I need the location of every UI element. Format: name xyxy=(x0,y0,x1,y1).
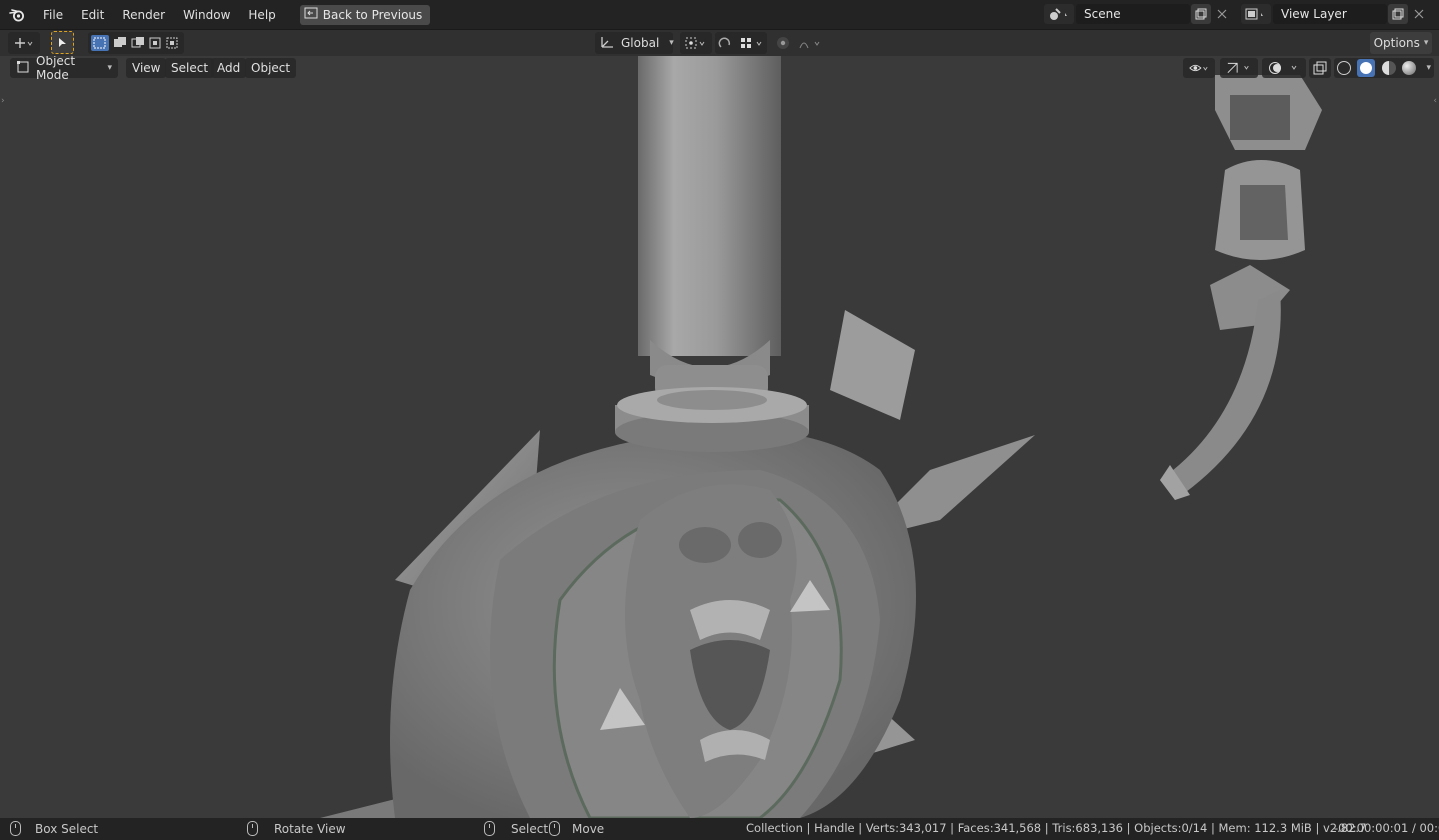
timecode: -00:00:00:01 / 00:00 xyxy=(1334,821,1439,835)
mouse-middle-icon xyxy=(247,821,258,836)
options-dropdown[interactable]: Options ▾ xyxy=(1370,32,1432,54)
rendered-shading-icon[interactable] xyxy=(1402,61,1417,75)
material-shading-icon[interactable] xyxy=(1381,61,1396,75)
visibility-icon[interactable] xyxy=(1183,58,1215,78)
close-icon[interactable] xyxy=(1409,4,1429,24)
back-icon xyxy=(304,7,318,22)
menu-select[interactable]: Select xyxy=(165,58,215,78)
snap-icon[interactable] xyxy=(715,32,767,54)
top-bar: File Edit Render Window Help Back to Pre… xyxy=(0,0,1439,30)
object-mode-label: Object Mode xyxy=(36,56,76,82)
copy-icon[interactable] xyxy=(1191,4,1211,24)
scene-statistics: Collection | Handle | Verts:343,017 | Fa… xyxy=(746,821,1367,835)
menu-object[interactable]: Object xyxy=(245,58,297,78)
status-bar: Box Select Rotate View Select Move Colle… xyxy=(0,818,1439,840)
toolbar-expand-icon[interactable]: › xyxy=(1,96,5,106)
transform-orientation-label: Global xyxy=(621,36,660,50)
scene-selector: Scene xyxy=(1044,4,1232,24)
blender-logo-icon[interactable] xyxy=(0,0,34,30)
back-to-previous-button[interactable]: Back to Previous xyxy=(299,4,431,25)
menu-file[interactable]: File xyxy=(34,4,72,26)
view-layer-icon[interactable] xyxy=(1241,4,1271,24)
chevron-down-icon: ▾ xyxy=(669,38,674,48)
menu-add[interactable]: Add xyxy=(211,58,247,78)
transform-orientation-icon xyxy=(599,35,615,52)
chevron-down-icon[interactable]: ▾ xyxy=(1426,63,1431,73)
menu-edit[interactable]: Edit xyxy=(72,4,113,26)
mouse-left-icon xyxy=(10,821,21,836)
tool-header: Global ▾ Options ▾ xyxy=(0,30,1439,56)
3d-viewport[interactable]: Object Mode ▾ View Select Add Object ▾ ›… xyxy=(0,56,1439,818)
viewport-scene xyxy=(0,56,1439,818)
mouse-right-icon xyxy=(484,821,495,836)
status-rotate-view-label: Rotate View xyxy=(274,821,346,836)
object-mode-dropdown[interactable]: Object Mode ▾ xyxy=(10,56,118,82)
status-select: Select xyxy=(484,821,548,836)
status-rotate-view: Rotate View xyxy=(247,821,346,836)
status-box-select-label: Box Select xyxy=(35,821,99,836)
options-label: Options xyxy=(1373,36,1420,50)
mouse-right-icon xyxy=(549,821,560,836)
back-to-previous-label: Back to Previous xyxy=(322,7,423,22)
handle-pillar xyxy=(638,56,781,356)
view-layer-selector: View Layer xyxy=(1241,4,1429,24)
proportional-icon[interactable] xyxy=(773,32,825,54)
transform-orientation-dropdown[interactable]: Global ▾ xyxy=(595,32,674,54)
scene-icon[interactable] xyxy=(1044,4,1074,24)
copy-icon[interactable] xyxy=(1388,4,1408,24)
status-move: Move xyxy=(549,821,604,836)
overlay-icon[interactable] xyxy=(1262,58,1306,78)
view-layer-name-field[interactable]: View Layer xyxy=(1273,4,1387,24)
tool-cursor-icon[interactable] xyxy=(8,32,40,54)
xray-icon[interactable] xyxy=(1309,58,1331,78)
chevron-down-icon: ▾ xyxy=(107,63,112,73)
shading-modes: ▾ xyxy=(1334,58,1434,78)
status-move-label: Move xyxy=(572,821,605,836)
menu-window[interactable]: Window xyxy=(174,4,239,26)
select-box-icon[interactable] xyxy=(88,32,184,54)
sidebar-expand-icon[interactable]: ‹ xyxy=(1433,96,1437,106)
status-select-label: Select xyxy=(511,821,549,836)
menu-help[interactable]: Help xyxy=(239,4,284,26)
menu-render[interactable]: Render xyxy=(113,4,174,26)
select-tool-icon[interactable] xyxy=(51,31,74,54)
solid-shading-icon[interactable] xyxy=(1357,59,1376,77)
chevron-down-icon: ▾ xyxy=(1423,38,1429,48)
status-box-select: Box Select xyxy=(10,821,98,836)
wireframe-shading-icon[interactable] xyxy=(1337,61,1351,75)
close-icon[interactable] xyxy=(1212,4,1232,24)
scene-name-field[interactable]: Scene xyxy=(1076,4,1190,24)
gizmo-icon[interactable] xyxy=(1220,58,1258,78)
object-mode-icon xyxy=(16,60,30,77)
pivot-icon[interactable] xyxy=(680,32,712,54)
menu-view[interactable]: View xyxy=(126,58,167,78)
